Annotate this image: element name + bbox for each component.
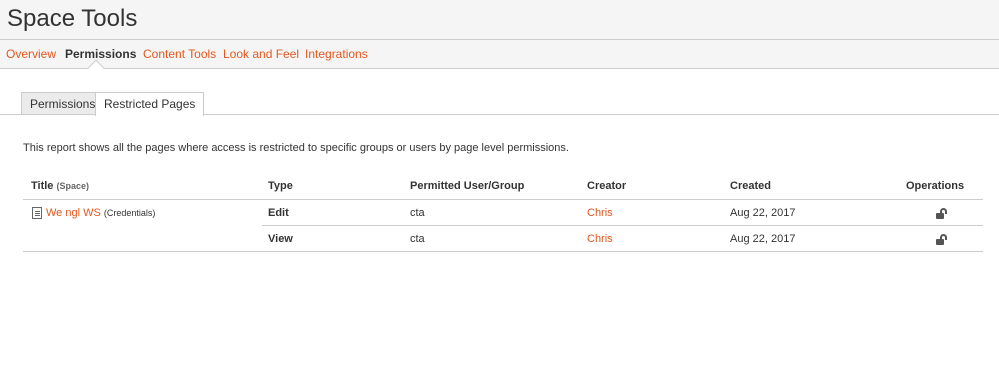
creator-link[interactable]: Chris [587, 207, 613, 219]
column-header-title: Title (Space) [31, 180, 89, 192]
active-tab-indicator [87, 59, 105, 77]
permitted-group: cta [410, 233, 425, 245]
subtab-permissions[interactable]: Permissions [21, 92, 105, 114]
unlock-icon[interactable] [936, 208, 947, 219]
created-date: Aug 22, 2017 [730, 233, 796, 245]
tab-content-tools[interactable]: Content Tools [143, 47, 216, 61]
page-title: Space Tools [7, 5, 138, 32]
tab-integrations[interactable]: Integrations [305, 47, 368, 61]
restriction-type: Edit [268, 207, 289, 219]
creator-link[interactable]: Chris [587, 233, 613, 245]
column-header-operations: Operations [906, 180, 965, 192]
title-header-suffix: (Space) [56, 181, 89, 191]
title-header-label: Title [31, 180, 54, 192]
space-tools-nav: Overview Permissions Content Tools Look … [0, 39, 999, 77]
restricted-page-cell: We ngl WS (Credentials) [46, 207, 155, 219]
report-description: This report shows all the pages where ac… [23, 142, 569, 154]
subtab-restricted-pages[interactable]: Restricted Pages [95, 92, 205, 116]
table-bottom-border [23, 251, 983, 252]
unlock-icon[interactable] [936, 234, 947, 245]
restriction-type: View [268, 233, 293, 245]
row-divider [262, 225, 983, 226]
column-header-created: Created [730, 180, 771, 192]
restricted-page-link[interactable]: We ngl WS [46, 207, 101, 219]
header-bar: Space Tools [0, 0, 999, 39]
column-header-creator: Creator [587, 180, 627, 192]
column-header-permitted: Permitted User/Group [410, 180, 525, 192]
column-header-type: Type [268, 180, 293, 192]
page-icon [32, 207, 42, 219]
space-name: (Credentials) [103, 208, 156, 218]
header-divider [23, 199, 983, 200]
tab-permissions[interactable]: Permissions [65, 47, 136, 61]
permitted-group: cta [410, 207, 425, 219]
tab-overview[interactable]: Overview [6, 47, 56, 61]
created-date: Aug 22, 2017 [730, 207, 796, 219]
subtab-bar: Permissions Restricted Pages [0, 92, 999, 116]
tab-look-and-feel[interactable]: Look and Feel [223, 47, 299, 61]
